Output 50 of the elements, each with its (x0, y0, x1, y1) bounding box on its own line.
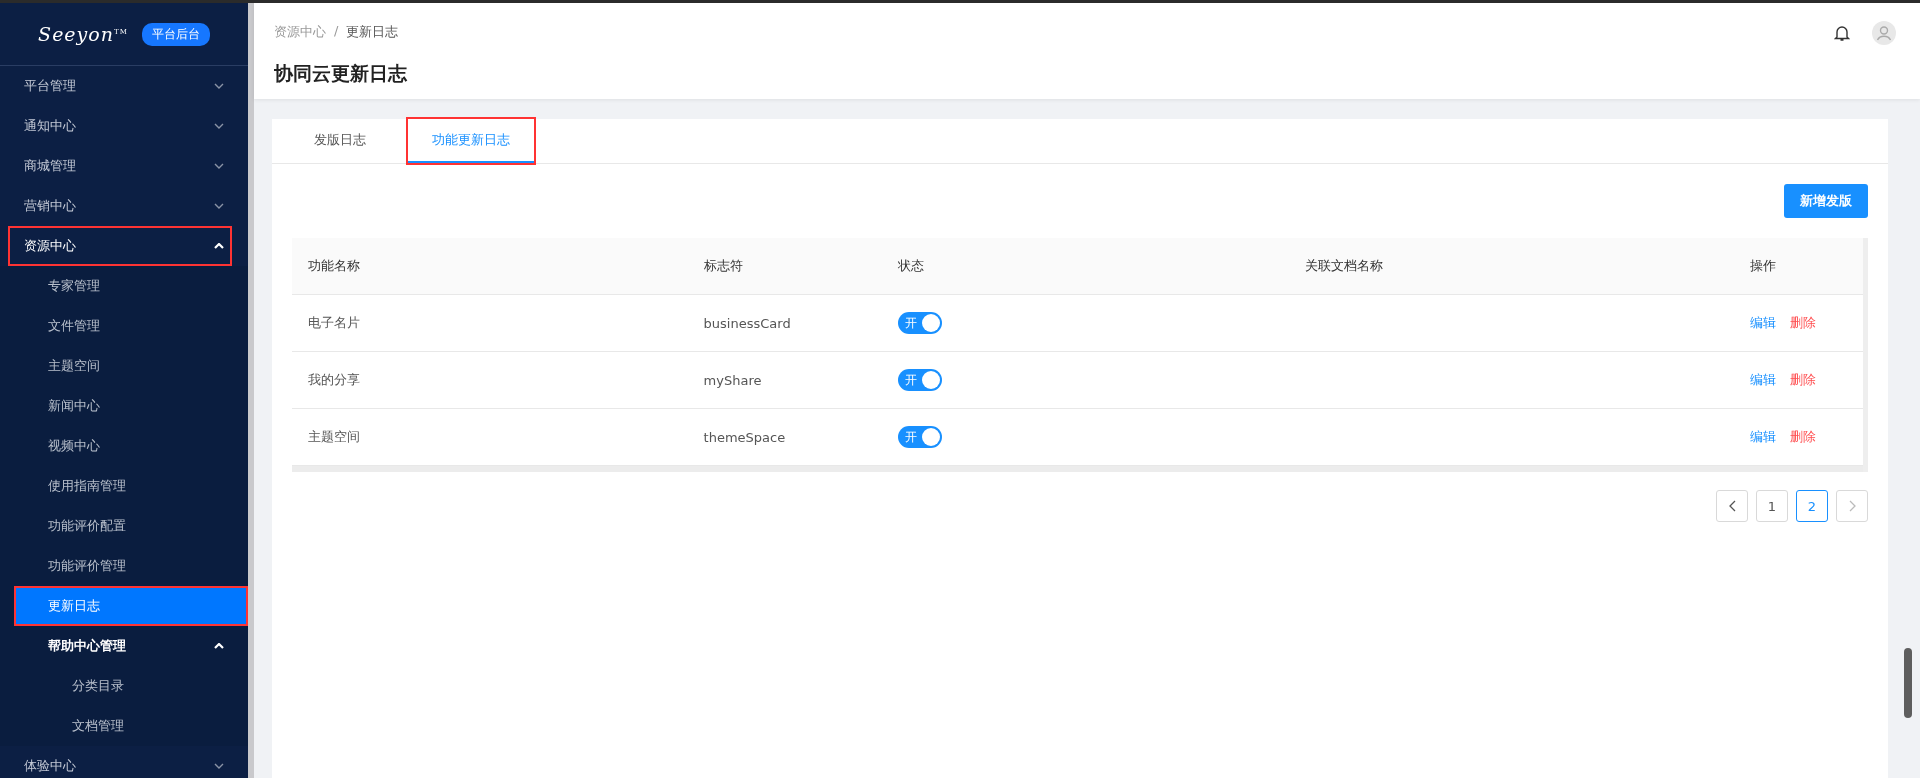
column-header: 标志符 (703, 257, 744, 275)
chevron-up-icon (214, 243, 224, 249)
table-cell-text: 主题空间 (307, 428, 361, 446)
table-cell-text: myShare (703, 372, 763, 388)
page-title: 协同云更新日志 (274, 61, 408, 86)
chevron-left-icon (1728, 500, 1736, 512)
sidebar-menu-item[interactable]: 体验中心 (0, 746, 248, 778)
column-header: 关联文档名称 (1305, 257, 1385, 275)
chevron-down-icon (214, 83, 224, 89)
chevron-down-icon (214, 763, 224, 769)
chevron-up-icon (214, 643, 224, 649)
logo: Seeyon$^{TM}$ (38, 23, 128, 45)
sidebar-menu-item[interactable]: 视频中心 (0, 426, 248, 466)
sidebar-menu-item[interactable]: 营销中心 (0, 186, 248, 226)
sidebar-menu-item[interactable]: 文档管理 (0, 706, 248, 746)
sidebar-menu-item[interactable]: 新闻中心 (0, 386, 248, 426)
breadcrumb-separator: / (334, 23, 339, 40)
table-cell-text: themeSpace (703, 429, 787, 445)
column-header: 状态 (898, 257, 926, 275)
platform-badge: 平台后台 (141, 22, 210, 46)
avatar-icon[interactable] (1872, 21, 1896, 45)
sidebar-menu-item[interactable]: 通知中心 (0, 106, 248, 146)
chevron-down-icon (214, 123, 224, 129)
bell-icon[interactable] (1834, 24, 1850, 42)
vertical-scrollbar[interactable] (1904, 648, 1912, 718)
chevron-down-icon (214, 163, 224, 169)
table-cell-text: 电子名片 (307, 314, 361, 332)
sidebar-menu-item[interactable]: 商城管理 (0, 146, 248, 186)
sidebar-menu-item[interactable]: 主题空间 (0, 346, 248, 386)
sidebar-menu-item[interactable]: 分类目录 (0, 666, 248, 706)
sidebar-menu-item[interactable]: 文件管理 (0, 306, 248, 346)
sidebar-menu-item[interactable]: 帮助中心管理 (0, 626, 248, 666)
chevron-down-icon (214, 203, 224, 209)
column-header: 操作 (1749, 257, 1777, 275)
sidebar-menu-item[interactable]: 使用指南管理 (0, 466, 248, 506)
chevron-right-icon (1848, 500, 1856, 512)
column-header: 功能名称 (307, 257, 361, 275)
sidebar-menu-item[interactable]: 专家管理 (0, 266, 248, 306)
breadcrumb-item: 更新日志 (346, 23, 399, 41)
table-cell-text: 我的分享 (307, 371, 361, 389)
sidebar-menu-item[interactable]: 功能评价管理 (0, 546, 248, 586)
sidebar-menu-item[interactable]: 资源中心 (8, 226, 232, 266)
sidebar-menu-item[interactable]: 功能评价配置 (0, 506, 248, 546)
next-page-button[interactable] (1836, 490, 1868, 522)
sidebar-menu-item[interactable]: 平台管理 (0, 66, 248, 106)
sidebar-menu-item[interactable]: 更新日志 (14, 586, 248, 626)
tab[interactable]: 发版日志 (290, 119, 390, 163)
previous-page-button[interactable] (1716, 490, 1748, 522)
page-button[interactable]: 1 (1756, 490, 1788, 522)
table-cell-text: businessCard (703, 315, 792, 331)
